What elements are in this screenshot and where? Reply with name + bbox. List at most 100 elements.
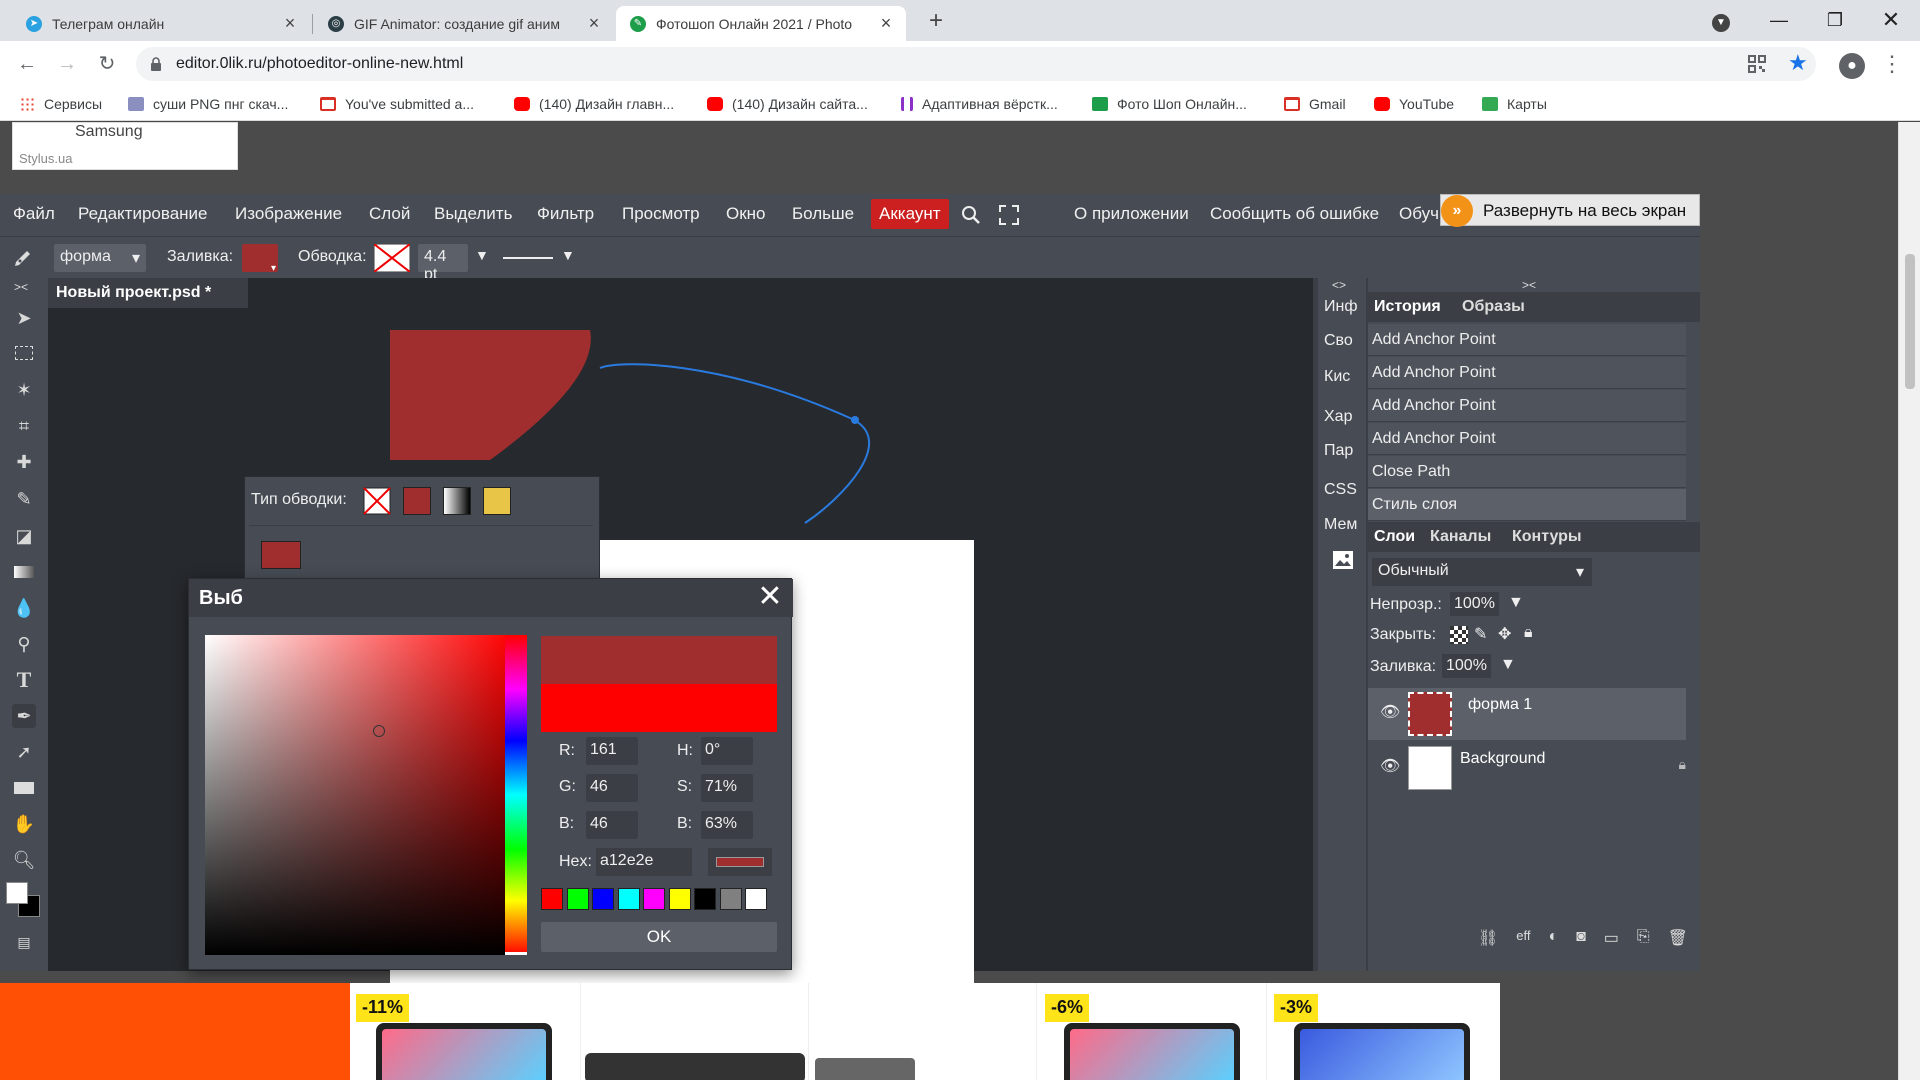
menu-window[interactable]: Окно [726,204,766,224]
pen-tool-icon[interactable] [12,247,34,269]
bookmark-adaptive-layout[interactable]: Адаптивная вёрстк... [901,94,1058,114]
layer-mask-icon[interactable]: ◙ [1576,928,1586,952]
scrollbar-thumb[interactable] [1905,254,1915,389]
tab-paths[interactable]: Контуры [1512,528,1582,546]
hue-field[interactable]: 0° [701,737,753,765]
history-item[interactable]: Add Anchor Point [1368,390,1686,422]
layer-effects-icon[interactable]: eff [1516,928,1530,952]
new-tab-button[interactable]: + [918,6,954,36]
delete-layer-icon[interactable]: 🗑︎ [1668,928,1688,952]
history-item[interactable]: Add Anchor Point [1368,324,1686,356]
menu-report-bug[interactable]: Сообщить об ошибке [1210,204,1379,224]
color-swatch[interactable] [541,888,563,910]
color-swatch[interactable] [719,888,742,910]
stroke-solid-option[interactable] [403,487,431,515]
dodge-tool-icon[interactable]: ⚲ [12,632,36,656]
product-image[interactable] [815,1058,915,1080]
panel-character[interactable]: Хар [1324,408,1352,426]
graphics-card-image[interactable] [585,1053,805,1080]
fullscreen-icon[interactable] [999,205,1019,225]
menu-file[interactable]: Файл [13,204,55,224]
foreground-color-swatch[interactable] [6,882,28,904]
opacity-field[interactable]: 100% [1450,592,1499,616]
image-icon[interactable] [1332,550,1354,570]
forward-button[interactable]: → [53,50,81,78]
tab-channels[interactable]: Каналы [1430,528,1491,546]
menu-view[interactable]: Просмотр [622,204,700,224]
brightness-field[interactable]: 63% [701,811,753,839]
stroke-style-line[interactable] [503,257,553,259]
minimize-button[interactable]: — [1750,0,1808,41]
hue-slider[interactable] [505,635,527,955]
document-tab[interactable]: Новый проект.psd * [48,278,248,308]
stroke-pattern-option[interactable] [483,487,511,515]
expand-panel-icon[interactable]: <> [1332,278,1346,292]
lock-pixels-icon[interactable]: ✎ [1474,624,1487,644]
ok-button[interactable]: OK [541,922,777,952]
lock-all-icon[interactable]: 🔒︎ [1524,624,1533,642]
saturation-value-picker[interactable] [205,635,513,955]
color-swatch[interactable] [566,888,589,910]
adjustment-layer-icon[interactable]: ◐ [1548,928,1558,952]
ad-banner-orange[interactable] [0,983,350,1080]
restore-button[interactable]: ❐ [1806,0,1864,41]
marquee-tool-icon[interactable] [12,341,36,365]
blur-tool-icon[interactable]: 💧 [12,596,36,620]
color-swatch[interactable] [694,888,716,910]
laptop-image[interactable] [1064,1023,1240,1080]
pen-tool-icon[interactable]: ✒ [12,704,36,728]
reload-button[interactable]: ↻ [93,50,121,78]
bookmark-youtube-design-1[interactable]: (140) Дизайн главн... [514,94,674,114]
move-tool-icon[interactable]: ➤ [12,306,36,330]
address-bar[interactable]: editor.0lik.ru/photoeditor-online-new.ht… [136,47,1816,81]
color-swatch[interactable] [592,888,614,910]
account-button[interactable]: Аккаунт [871,199,949,229]
layer-row-background[interactable]: 👁︎ Background 🔒︎ [1368,742,1686,794]
close-tab-icon[interactable]: × [586,13,602,34]
link-layers-icon[interactable]: ⛓ [1478,928,1498,952]
gradient-tool-icon[interactable] [12,560,36,584]
fill-field[interactable]: 100% [1442,654,1491,678]
browser-menu-icon[interactable]: ⋮ [1878,50,1906,78]
panel-paragraph[interactable]: Пар [1324,442,1353,460]
tab-layers[interactable]: Слои [1374,528,1415,546]
menu-about[interactable]: О приложении [1074,204,1189,224]
collapse-toolbox-icon[interactable]: >< [14,280,28,294]
stroke-width-field[interactable]: 4.4 pt [418,244,468,283]
history-item[interactable]: Add Anchor Point [1368,357,1686,389]
panel-properties[interactable]: Сво [1324,332,1353,350]
green-field[interactable]: 46 [586,774,638,802]
zoom-tool-icon[interactable]: 🔍︎ [12,848,36,872]
panel-brushes[interactable]: Кис [1324,368,1350,386]
fill-color-swatch[interactable]: ▾ [242,244,278,274]
rectangle-tool-icon[interactable] [12,776,36,800]
history-item[interactable]: Close Path [1368,456,1686,488]
new-layer-icon[interactable]: ⎘ [1637,928,1650,952]
panel-memory[interactable]: Мем [1324,516,1357,534]
page-scrollbar[interactable] [1898,122,1920,1080]
close-window-button[interactable]: ✕ [1862,0,1920,41]
bookmark-gmail[interactable]: Gmail [1284,94,1346,114]
back-button[interactable]: ← [13,50,41,78]
top-advertisement[interactable]: Samsung Stylus.ua [12,122,238,170]
bookmark-gmail-submitted[interactable]: You've submitted a... [320,94,474,114]
quick-mask-icon[interactable]: ▤ [12,930,36,954]
tab-history[interactable]: История [1374,298,1441,316]
tab-gif-animator[interactable]: ◎ GIF Animator: создание gif аним × [314,6,614,41]
bottom-advertisement[interactable]: -11% -6% -3% [0,983,1500,1080]
healing-brush-icon[interactable]: ✚ [12,450,36,474]
laptop-image[interactable] [1294,1023,1470,1080]
stroke-gradient-option[interactable] [443,487,471,515]
close-icon[interactable]: ✕ [755,581,785,613]
hue-slider-handle[interactable] [505,952,527,955]
stroke-none-option[interactable] [363,487,391,515]
bookmark-maps[interactable]: Карты [1482,94,1547,114]
menu-image[interactable]: Изображение [235,204,342,224]
collapse-panel-icon[interactable]: >< [1522,278,1536,292]
lock-transparency-icon[interactable] [1450,626,1468,644]
path-select-icon[interactable]: ➚ [12,740,36,764]
stroke-width-dropdown-icon[interactable]: ▼ [475,247,489,263]
color-swatch[interactable] [643,888,665,910]
close-tab-icon[interactable]: × [282,13,298,34]
shape-mode-select[interactable]: форма ▾ [54,244,146,272]
